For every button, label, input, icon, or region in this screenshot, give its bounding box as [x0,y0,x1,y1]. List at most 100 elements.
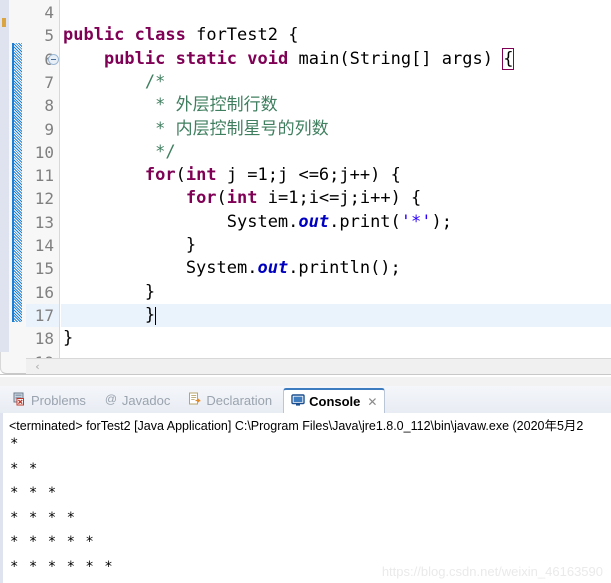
tab-label: Problems [31,393,86,408]
token-plain: ( [175,165,186,186]
token-plain: } [63,304,156,325]
code-line-text: for(int i=1;i<=j;i++) { [63,187,421,210]
token-plain: j =1;j <=6;j++) { [216,165,401,186]
console-output-line: * * * * * * [10,558,114,575]
view-tab-bar: Problems @ Javadoc Declaration Console ✕ [0,386,611,414]
token-kw: static [175,48,238,69]
code-line-text: for(int j =1;j <=6;j++) { [63,164,401,187]
editor-overview-strip [0,0,9,370]
token-kw: void [247,48,289,69]
code-line-text: /* [63,71,165,94]
code-line-text: * 内层控制星号的列数 [63,118,329,141]
token-plain: System. [63,258,258,279]
console-launch-header: <terminated> forTest2 [Java Application]… [9,419,584,433]
token-plain: ); [431,211,452,232]
line-number: 7 [44,72,54,92]
console-output-line: * * [10,460,39,477]
code-fold-toggle-icon[interactable] [48,53,59,65]
line-number: 15 [34,259,54,279]
declaration-icon [188,392,202,409]
code-line-text: System.out.println(); [63,257,401,280]
console-output-line: * * * [10,485,58,501]
code-text-canvas[interactable]: public class forTest2 { public static vo… [61,0,611,370]
token-brk: { [502,47,515,70]
svg-text:@: @ [105,392,117,406]
token-plain: System. [63,211,299,232]
line-number: 12 [34,189,54,209]
scroll-left-arrow-icon[interactable]: ‹ [31,360,44,374]
token-cmt: * 外层控制行数 [63,95,278,116]
code-line-text: System.out.print('*'); [63,211,452,234]
token-plain: i=1;i<=j;i++) { [257,188,422,209]
token-plain: .println(); [288,258,401,279]
problems-icon [13,392,27,409]
token-plain: } [63,235,197,255]
console-output-line: * [10,436,20,452]
token-kw: public [103,48,166,69]
code-line-text: } [63,327,73,350]
editor-corner [0,352,26,374]
token-fld: out [298,211,330,232]
token-kw: for [185,188,217,209]
line-number: 13 [34,212,54,232]
tab-label: Declaration [206,393,273,408]
tab-problems[interactable]: Problems [6,388,93,413]
tab-label: Javadoc [121,393,171,408]
line-number: 14 [34,236,54,255]
code-line-text: public static void main(String[] args) { [63,47,515,71]
token-fld: out [257,258,289,279]
text-caret [154,306,157,325]
token-plain: forTest2 { [185,25,299,46]
watermark-text: https://blog.csdn.net/weixin_46163590 [381,564,603,579]
code-line-row[interactable] [61,327,611,350]
console-output-line: * * * * [10,509,77,526]
token-str: '*' [400,211,432,232]
console-output-line: * * * * * [10,534,95,550]
token-cmt: /* [63,71,166,92]
line-number: 18 [34,329,54,349]
code-line-text: * 外层控制行数 [63,94,278,117]
line-number: 5 [44,26,54,46]
tab-javadoc[interactable]: @ Javadoc [97,388,177,413]
console-view[interactable]: <terminated> forTest2 [Java Application]… [0,413,611,583]
token-kw: int [226,188,258,209]
token-kw: public [63,25,125,46]
java-code-editor[interactable]: 45678910111213141516171819 public class … [0,0,611,383]
token-plain: ( [216,188,227,209]
console-icon [291,393,305,410]
tab-console[interactable]: Console ✕ [283,388,386,413]
editor-horizontal-scrollbar[interactable]: ‹ [26,358,611,375]
token-plain: } [63,328,74,349]
code-line-text: } [63,234,196,257]
line-number: 17 [34,305,54,325]
code-line-row[interactable] [61,1,611,24]
token-kw: for [144,165,176,186]
line-number: 16 [34,282,54,302]
eclipse-ide-window: 45678910111213141516171819 public class … [0,0,611,583]
line-number: 8 [44,96,54,116]
code-line-text: public class forTest2 { [63,24,298,47]
token-cmt: */ [63,141,176,162]
line-number: 11 [34,166,54,186]
token-plain: .print( [329,211,401,232]
code-line-text: */ [63,141,176,164]
token-kw: int [185,165,217,186]
editor-bottom-border [0,374,611,375]
token-plain: } [63,281,156,302]
annotation-marker [2,18,6,27]
code-line-text: } [63,281,155,304]
tab-declaration[interactable]: Declaration [181,388,279,413]
tab-label: Console [309,394,361,409]
bottom-view-stack: Problems @ Javadoc Declaration Console ✕ <ter… [0,386,611,583]
change-indicator-bar [12,43,22,322]
code-line-text: } [63,304,155,327]
token-cmt: * 内层控制星号的列数 [63,118,329,139]
close-icon[interactable]: ✕ [367,395,377,409]
line-number: 9 [44,119,54,139]
